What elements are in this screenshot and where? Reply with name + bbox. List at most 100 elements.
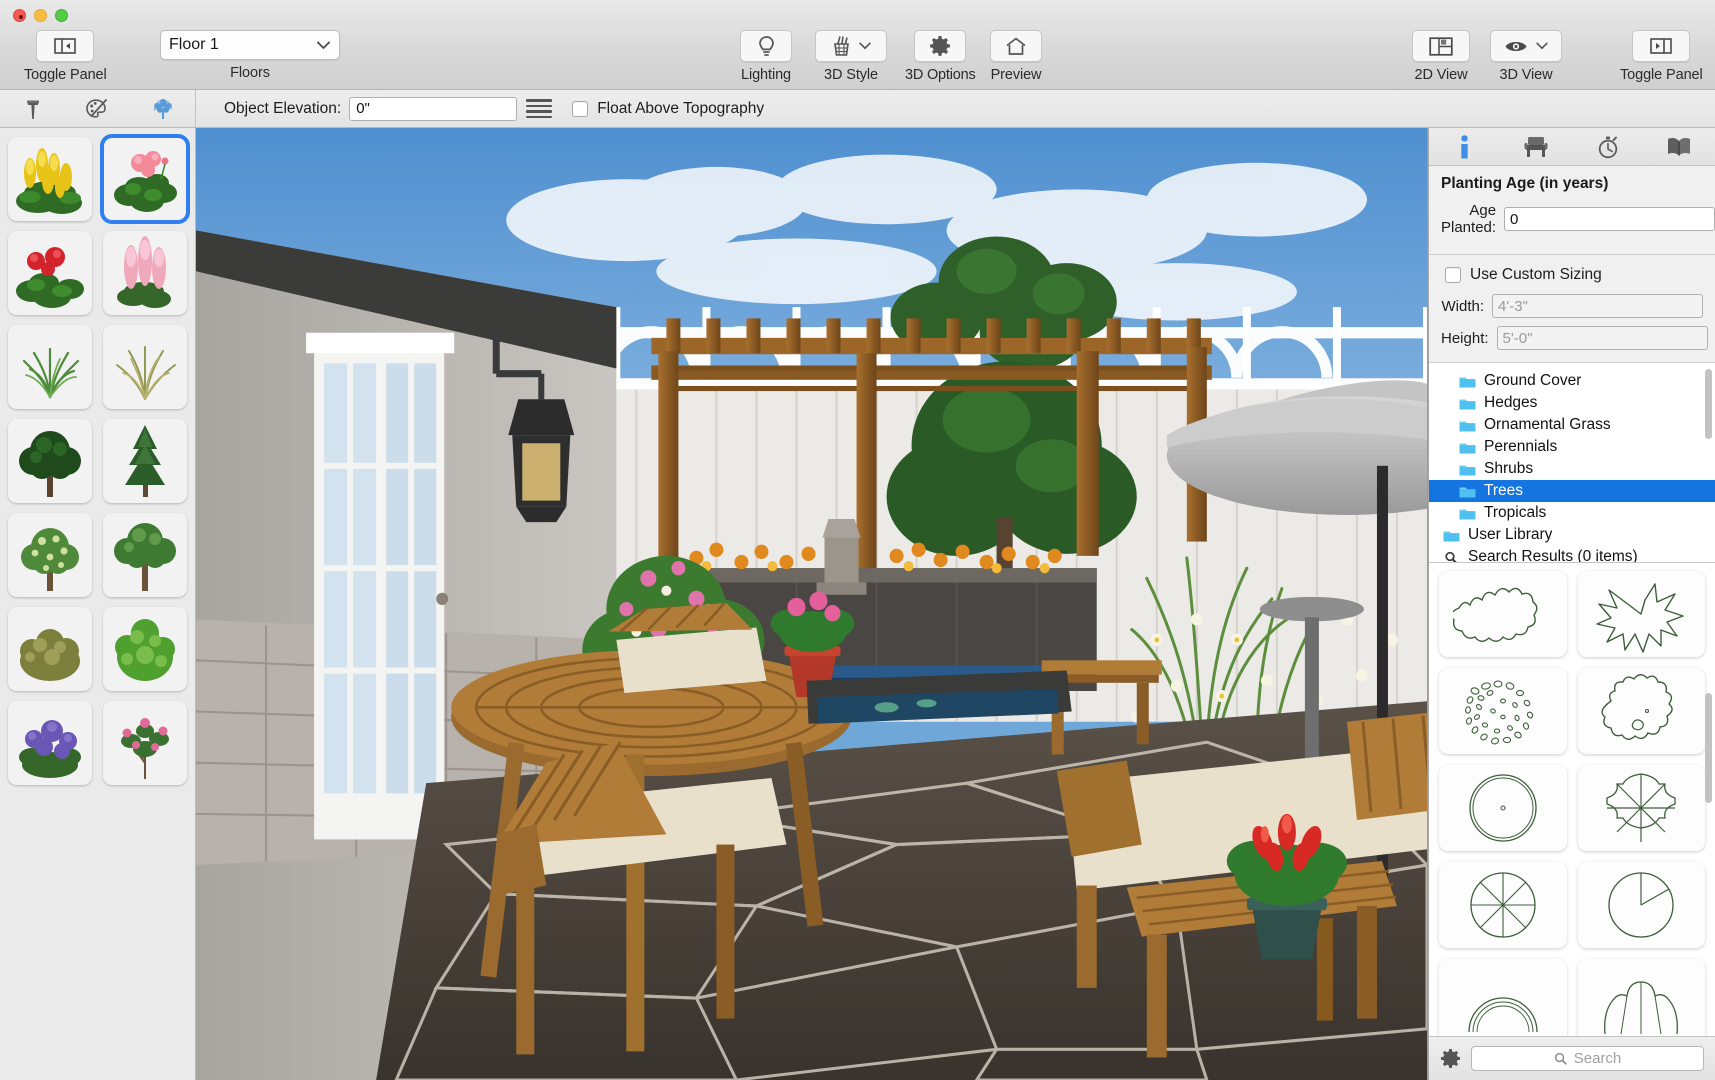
age-planted-row: Age Planted:	[1441, 202, 1715, 236]
tab-library[interactable]	[1657, 132, 1701, 162]
toggle-left-panel-label: Toggle Panel	[24, 67, 107, 83]
library-item-flowering-tree[interactable]	[8, 513, 92, 597]
toggle-right-panel[interactable]: Toggle Panel	[1620, 30, 1703, 83]
width-input[interactable]	[1492, 294, 1703, 318]
library-item-green-grass-clump[interactable]	[8, 325, 92, 409]
planting-age-title: Planting Age (in years)	[1441, 175, 1609, 192]
use-custom-sizing-checkbox[interactable]: Use Custom Sizing	[1445, 266, 1703, 284]
category-label: Trees	[1484, 482, 1524, 499]
category-row-search-results[interactable]: Search Results (0 items)	[1429, 546, 1715, 562]
library-item-tan-ornamental-grass[interactable]	[102, 325, 187, 409]
height-input[interactable]	[1496, 326, 1708, 350]
library-item-pink-geranium[interactable]	[99, 134, 190, 224]
toggle-left-panel[interactable]: Toggle Panel	[24, 30, 107, 83]
library-item-bright-green-shrub[interactable]	[102, 607, 187, 691]
category-row-ornamental-grass[interactable]: Ornamental Grass	[1429, 414, 1715, 436]
shade-tree-thumb	[113, 523, 176, 591]
symbol-tree-starburst-palm[interactable]	[1577, 571, 1705, 657]
library-item-conifer-tree[interactable]	[102, 419, 187, 503]
search-input[interactable]: Search	[1471, 1046, 1704, 1071]
floor-select[interactable]: Floor 1	[160, 30, 340, 60]
folder-icon	[1459, 509, 1476, 519]
category-label: Perennials	[1484, 438, 1558, 455]
category-row-tropicals[interactable]: Tropicals	[1429, 502, 1715, 524]
toggle-right-panel-button[interactable]	[1632, 30, 1691, 62]
chevron-down-icon[interactable]	[1536, 42, 1548, 50]
inspector-panel: Planting Age (in years) Age Planted: Use…	[1428, 128, 1715, 1080]
view-2d-control[interactable]: 2D View	[1412, 30, 1470, 83]
tab-history[interactable]	[1586, 132, 1630, 162]
3d-viewport[interactable]	[196, 128, 1428, 1080]
tab-info[interactable]	[1443, 132, 1487, 162]
lighting-control[interactable]: Lighting	[740, 30, 792, 83]
starburst-palm-icon	[1596, 583, 1684, 653]
library-item-shade-tree[interactable]	[102, 513, 187, 597]
preview-button[interactable]	[990, 30, 1042, 62]
category-row-user-library[interactable]: User Library	[1429, 524, 1715, 546]
symbol-grid[interactable]	[1429, 563, 1715, 1036]
options-3d-button[interactable]	[914, 30, 967, 62]
symbol-tree-segmented-fan[interactable]	[1577, 765, 1705, 851]
library-item-dark-broadleaf-tree[interactable]	[8, 419, 92, 503]
style-3d-control[interactable]: 3D Style	[815, 30, 887, 83]
tab-furniture[interactable]	[1514, 132, 1558, 162]
category-row-ground-cover[interactable]: Ground Cover	[1429, 370, 1715, 392]
category-row-hedges[interactable]: Hedges	[1429, 392, 1715, 414]
category-row-shrubs[interactable]: Shrubs	[1429, 458, 1715, 480]
style-3d-label: 3D Style	[824, 67, 878, 83]
pink-astilbe-thumb	[116, 236, 171, 308]
symbol-tree-stippled-foliage[interactable]	[1439, 668, 1567, 754]
float-above-topography-box[interactable]	[572, 100, 589, 117]
symbol-tree-irregular-outline[interactable]	[1577, 668, 1705, 754]
gear-icon[interactable]	[1440, 1048, 1461, 1069]
symbol-grid-scrollbar[interactable]	[1705, 693, 1712, 803]
category-tree-scrollbar[interactable]	[1705, 369, 1712, 439]
age-planted-input[interactable]	[1504, 207, 1715, 231]
library-item-pink-astilbe[interactable]	[102, 231, 187, 315]
category-row-trees[interactable]: Trees	[1429, 480, 1715, 502]
plants-mode-button[interactable]	[146, 95, 180, 123]
preview-label: Preview	[990, 67, 1042, 83]
plant-library-panel[interactable]	[0, 128, 196, 1080]
library-item-red-geranium[interactable]	[8, 231, 92, 315]
symbol-tree-double-circle[interactable]	[1439, 765, 1567, 851]
close-button[interactable]	[13, 9, 26, 22]
object-elevation-input[interactable]	[349, 96, 518, 121]
symbol-tree-quadrant-circle[interactable]	[1577, 862, 1705, 948]
symbol-tree-ruffled-edge[interactable]	[1577, 959, 1705, 1036]
view-3d-button[interactable]	[1490, 30, 1562, 62]
list-lines-icon[interactable]	[526, 99, 553, 118]
materials-mode-button[interactable]	[81, 95, 115, 123]
eye-icon	[1505, 41, 1527, 51]
style-3d-button[interactable]	[815, 30, 887, 62]
symbol-tree-arc-partial[interactable]	[1439, 959, 1567, 1036]
floors-control[interactable]: Floor 1 Floors	[160, 30, 340, 81]
category-label: Tropicals	[1484, 504, 1547, 521]
lighting-button[interactable]	[740, 30, 792, 62]
library-item-purple-hydrangea[interactable]	[8, 701, 92, 785]
use-custom-sizing-label: Use Custom Sizing	[1470, 266, 1602, 283]
category-row-perennials[interactable]: Perennials	[1429, 436, 1715, 458]
library-item-olive-shrub[interactable]	[8, 607, 92, 691]
use-custom-sizing-box[interactable]	[1445, 267, 1461, 283]
symbol-tree-spoked-circle[interactable]	[1439, 862, 1567, 948]
minimize-button[interactable]	[34, 9, 47, 22]
view-3d-control[interactable]: 3D View	[1490, 30, 1562, 83]
inspector-tab-bar	[1429, 128, 1715, 166]
float-above-topography-label: Float Above Topography	[597, 99, 765, 117]
float-above-topography-checkbox[interactable]: Float Above Topography	[572, 100, 764, 118]
chevron-down-icon[interactable]	[859, 42, 871, 50]
folder-icon	[1459, 465, 1476, 475]
view-2d-button[interactable]	[1412, 30, 1470, 62]
build-mode-button[interactable]	[16, 95, 50, 123]
toggle-left-panel-button[interactable]	[36, 30, 95, 62]
options-3d-control[interactable]: 3D Options	[905, 30, 976, 83]
library-item-yellow-celosia[interactable]	[8, 137, 92, 221]
preview-control[interactable]: Preview	[990, 30, 1042, 83]
library-item-pink-flowering-shrub[interactable]	[102, 701, 187, 785]
folder-icon	[1459, 377, 1476, 387]
symbol-tree-scalloped-canopy[interactable]	[1439, 571, 1567, 657]
category-tree[interactable]: Ground Cover Hedges Ornamental Grass Per…	[1429, 363, 1715, 563]
zoom-button[interactable]	[55, 9, 68, 22]
floors-label: Floors	[230, 65, 270, 81]
